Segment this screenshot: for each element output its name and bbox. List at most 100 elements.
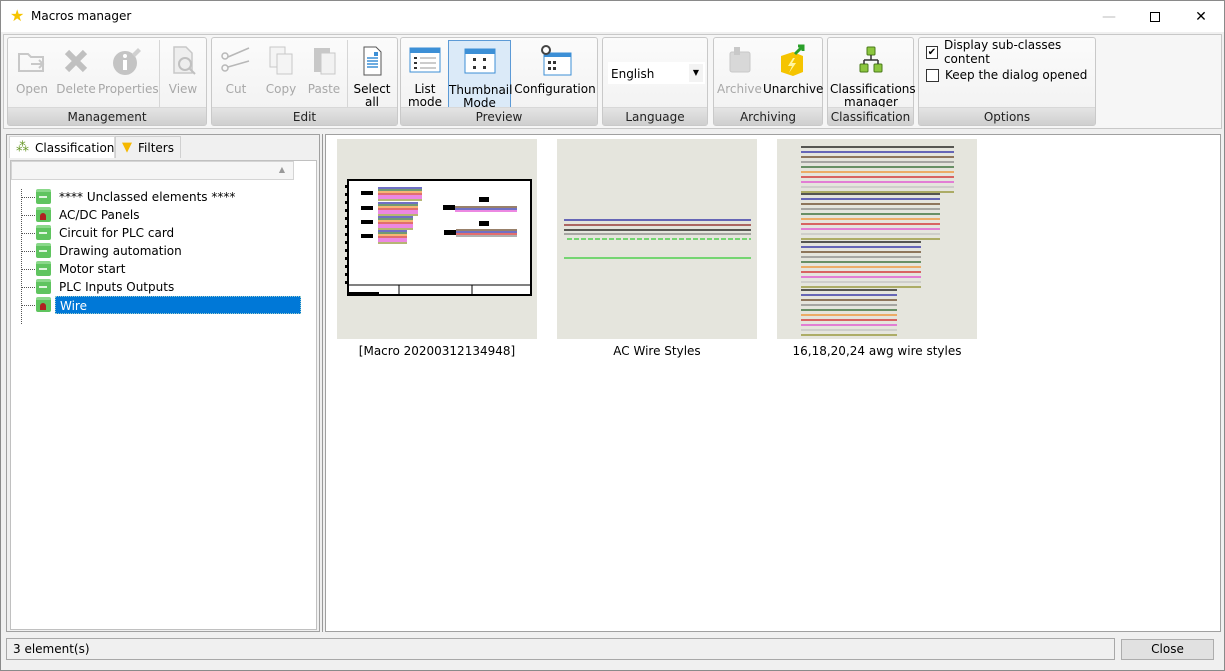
group-edit: Cut Copy Paste Select all Edit (211, 37, 398, 126)
ac-wire-styles-preview (564, 219, 751, 259)
keep-dialog-opened-checkbox[interactable]: Keep the dialog opened (926, 66, 1087, 84)
checkbox-checked[interactable]: ✔ (926, 45, 938, 59)
unarchive-button[interactable]: Unarchive (763, 40, 823, 108)
component-tag (479, 197, 489, 202)
title-bar: ★ Macros manager — ✕ (1, 1, 1224, 32)
list-mode-button[interactable]: List mode (404, 40, 446, 109)
thumbnail-mode-icon (464, 48, 495, 74)
frame-tick (345, 201, 349, 204)
tab-classification[interactable]: ⁂ Classification (9, 136, 115, 158)
maximize-icon (1150, 11, 1160, 22)
funnel-filter-icon: ▼ (122, 140, 132, 155)
group-label-edit: Edit (212, 107, 397, 125)
minimize-button[interactable]: — (1086, 1, 1132, 32)
unarchive-icon (781, 44, 805, 76)
folder-user-icon (36, 297, 51, 312)
tree-connector (21, 251, 35, 252)
tree-connector (21, 269, 35, 270)
maximize-button[interactable] (1132, 1, 1178, 32)
tree-item[interactable]: Motor start (21, 260, 301, 278)
frame-tick (345, 241, 349, 244)
thumbnail-item[interactable]: [Macro 20200312134948] (337, 139, 537, 358)
sheet-frame (347, 179, 532, 296)
close-window-button[interactable]: ✕ (1178, 1, 1224, 32)
group-label-management: Management (8, 107, 206, 125)
panel-splitter[interactable] (322, 134, 323, 632)
frame-tick (345, 233, 349, 236)
group-label-archiving: Archiving (714, 107, 822, 125)
checkbox-unchecked[interactable] (926, 68, 939, 82)
configuration-button[interactable]: Configuration (514, 40, 596, 108)
group-language: English ▼ Language (602, 37, 708, 126)
copy-button[interactable]: Copy (260, 40, 302, 108)
folder-user-icon (36, 207, 51, 222)
component-tag (444, 230, 456, 235)
tree-item[interactable]: AC/DC Panels (21, 206, 301, 224)
frame-tick (345, 217, 349, 220)
tree-item-label: Drawing automation (59, 244, 182, 258)
view-button[interactable]: View (162, 40, 204, 108)
star-icon: ★ (10, 6, 25, 25)
cut-button[interactable]: Cut (214, 40, 258, 108)
thumbnail-image (337, 139, 537, 339)
open-button[interactable]: Open (10, 40, 54, 108)
group-preview: List mode Thumbnail Mode Configuration P… (400, 37, 598, 126)
chevron-down-icon[interactable]: ▼ (689, 64, 703, 82)
tree-column-header[interactable]: ▲ (11, 161, 294, 180)
classification-panel: ⁂ Classification ▼ Filters ▲ **** Unclas… (6, 134, 320, 632)
delete-button[interactable]: Delete (56, 40, 96, 108)
tree-item[interactable]: Wire (21, 296, 301, 314)
frame-tick (345, 225, 349, 228)
thumbnail-item[interactable]: AC Wire Styles (557, 139, 757, 358)
ribbon-toolbar: Open Delete Properties View Management C… (3, 34, 1222, 129)
tree-item-label: Wire (55, 296, 301, 314)
close-button[interactable]: Close (1121, 639, 1214, 660)
macros-manager-window: ★ Macros manager — ✕ Open Delete Propert… (0, 0, 1225, 671)
awg-wire-styles-preview (801, 146, 954, 336)
archive-button[interactable]: Archive (717, 40, 762, 108)
properties-button[interactable]: Properties (98, 40, 159, 108)
thumbnail-caption: AC Wire Styles (613, 344, 701, 358)
tree-item-label: Motor start (59, 262, 126, 276)
thumbnail-item[interactable]: 16,18,20,24 awg wire styles (777, 139, 977, 358)
frame-tick (345, 265, 349, 268)
select-all-icon (363, 46, 382, 76)
tree-item[interactable]: Drawing automation (21, 242, 301, 260)
group-label-options: Options (919, 107, 1095, 125)
group-management: Open Delete Properties View Management (7, 37, 207, 126)
tab-filters[interactable]: ▼ Filters (115, 136, 181, 158)
properties-info-icon (113, 48, 141, 75)
copy-icon (269, 46, 293, 75)
status-bar: 3 element(s) (6, 638, 1115, 660)
frame-tick (345, 273, 349, 276)
tree-item-label: PLC Inputs Outputs (59, 280, 175, 294)
component-tag (361, 206, 373, 210)
archive-icon (729, 47, 751, 73)
scissors-icon (221, 47, 250, 72)
tree-item-label: **** Unclassed elements **** (59, 190, 236, 204)
configuration-icon (541, 45, 572, 76)
classification-tree-icon (859, 46, 883, 73)
tree-item[interactable]: PLC Inputs Outputs (21, 278, 301, 296)
folder-green-icon (36, 225, 51, 240)
group-archiving: Archive Unarchive Archiving (713, 37, 823, 126)
tree-connector (21, 233, 35, 234)
folder-green-icon (36, 189, 51, 204)
thumbnail-mode-button[interactable]: Thumbnail Mode (448, 40, 512, 110)
thumbnail-image (777, 139, 977, 339)
sort-ascending-icon: ▲ (278, 165, 285, 174)
thumbnail-image (557, 139, 757, 339)
group-classification: Classifications manager Classification (827, 37, 916, 126)
tree-item[interactable]: **** Unclassed elements **** (21, 188, 301, 206)
display-subclasses-checkbox[interactable]: ✔ Display sub-classes content (926, 38, 1095, 66)
folder-green-icon (36, 279, 51, 294)
tree-item[interactable]: Circuit for PLC card (21, 224, 301, 242)
component-tag (361, 234, 373, 238)
language-select[interactable]: English ▼ (608, 62, 705, 84)
tree-connector (21, 215, 35, 216)
paste-button[interactable]: Paste (304, 40, 344, 108)
select-all-button[interactable]: Select all (350, 40, 394, 109)
group-label-classification: Classification (828, 107, 913, 125)
macro-schematic-preview (345, 179, 532, 296)
classifications-manager-button[interactable]: Classifications manager (830, 40, 916, 109)
